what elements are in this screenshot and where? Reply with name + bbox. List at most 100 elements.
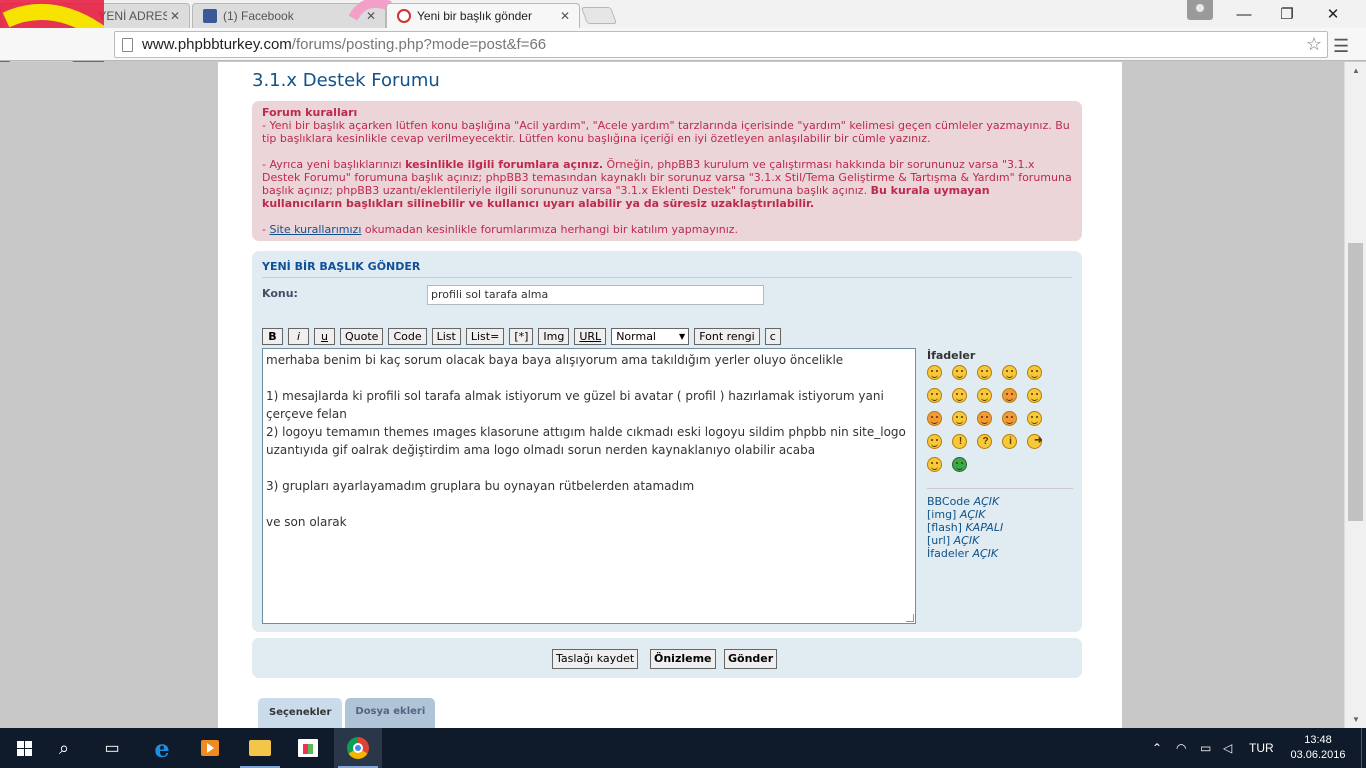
smiley-razz-icon[interactable] [1027,388,1042,403]
smiley-mad-icon[interactable] [1002,388,1017,403]
smiley-lol-icon[interactable] [977,388,992,403]
subject-label: Konu: [262,287,298,300]
smiley-wink-icon[interactable] [927,434,942,449]
submit-button[interactable]: Gönder [724,649,778,669]
new-tab-button[interactable] [580,7,618,24]
tab-attachments[interactable]: Dosya ekleri [345,698,436,728]
list-item-button[interactable]: [*] [509,328,534,345]
media-player-icon[interactable] [186,728,234,768]
smiley-twisted-icon[interactable] [1002,411,1017,426]
list-button[interactable]: List [431,328,461,345]
message-line: uzantıyıda gif oalrak değiştirdim ama lo… [266,443,816,457]
preview-button[interactable]: Önizleme [650,649,716,669]
browser-tab-posting[interactable]: Yeni bir başlık gönder ✕ [386,3,580,28]
smiley-surprised-icon[interactable] [1002,365,1017,380]
rules-heading: Forum kuralları [262,106,358,119]
smiley-rolleyes-icon[interactable] [1027,411,1042,426]
underline-button[interactable]: u [314,328,335,345]
bbcode-status: BBCode AÇIK [img] AÇIK [flash] KAPALI [u… [927,488,1073,560]
browser-menu-icon[interactable]: ☰ [1333,36,1349,57]
close-tab-icon[interactable]: ✕ [557,9,573,23]
maximize-icon[interactable]: ❐ [1264,0,1310,28]
status-label[interactable]: İfadeler [927,547,969,560]
resize-grip-icon[interactable] [906,614,914,622]
message-line [266,495,912,513]
smiley-neutral-icon[interactable] [927,457,942,472]
status-value: AÇIK [973,495,1000,508]
arrow-icon[interactable]: ➜ [1027,434,1043,449]
code-button[interactable]: Code [388,328,427,345]
smiley-eek-icon[interactable] [1027,365,1042,380]
forum-rules: Forum kuralları - Yeni bir başlık açarke… [252,101,1082,241]
page-scrollbar[interactable]: ▲ ▼ [1344,62,1366,728]
browser-tab-define[interactable]: DEFİNE YENİ ADRES ✕ [0,3,190,28]
message-textarea[interactable]: merhaba benim bi kaç sorum olacak baya b… [262,348,916,624]
address-bar[interactable]: www.phpbbturkey.com/forums/posting.php?m… [114,31,1328,58]
file-explorer-icon[interactable] [236,728,284,768]
smiley-redface-icon[interactable] [927,411,942,426]
message-line [266,459,912,477]
exclamation-icon[interactable]: ! [952,434,967,449]
volume-icon[interactable]: ◁ [1223,728,1232,768]
page-icon [11,9,25,23]
close-window-icon[interactable]: ✕ [1310,0,1356,28]
smiley-cool-icon[interactable] [952,388,967,403]
tab-options[interactable]: Seçenekler [258,698,343,728]
site-rules-link[interactable]: Site kurallarımızı [269,223,361,236]
battery-icon[interactable]: ▭ [1200,728,1211,768]
status-label: [url] [927,534,951,547]
c-button[interactable]: c [764,328,781,345]
show-hidden-icons-icon[interactable]: ⌃ [1152,728,1162,768]
show-desktop-button[interactable] [1361,728,1366,768]
chrome-icon[interactable] [334,728,382,768]
smiley-cry-icon[interactable] [952,411,967,426]
url-path: /forums/posting.php?mode=post&f=66 [291,36,547,53]
options-tabs: Seçenekler Dosya ekleri [258,698,436,728]
smiley-confused-icon[interactable] [927,388,942,403]
clock-time: 13:48 [1304,734,1332,746]
message-line: 2) logoyu temamın themes ımages klasorun… [266,425,906,439]
font-color-button[interactable]: Font rengi [694,328,760,345]
clock-date: 03.06.2016 [1290,749,1346,761]
font-size-select[interactable]: Normal [611,328,690,345]
bookmark-star-icon[interactable]: ☆ [1306,34,1322,55]
message-line: 3) grupları ayarlayamadım gruplara bu oy… [266,479,695,493]
quote-button[interactable]: Quote [340,328,384,345]
smiley-sad-icon[interactable] [977,365,992,380]
search-icon[interactable]: ⌕ [40,728,88,768]
status-label[interactable]: BBCode [927,495,970,508]
forum-title[interactable]: 3.1.x Destek Forumu [252,70,440,91]
bold-button[interactable]: B [262,328,283,345]
save-draft-button[interactable]: Taslağı kaydet [552,649,639,669]
smiley-evil-icon[interactable] [977,411,992,426]
ordered-list-button[interactable]: List= [465,328,505,345]
close-tab-icon[interactable]: ✕ [167,9,183,23]
subject-input[interactable]: profili sol tarafa alma [427,285,764,305]
profile-icon[interactable] [1187,0,1213,20]
smiley-grin-icon[interactable] [927,365,942,380]
italic-button[interactable]: i [288,328,309,345]
edge-icon[interactable]: e [138,728,186,768]
bbcode-toolbar: B i u Quote Code List List= [*] Img URL … [262,328,781,345]
task-view-icon[interactable]: ▭ [88,728,136,768]
smiley-mrgreen-icon[interactable] [952,457,967,472]
scrollbar-thumb[interactable] [1348,243,1363,521]
url-button[interactable]: URL [574,328,607,345]
tab-title-extra: YENİ ADRES [98,9,167,23]
language-indicator[interactable]: TUR [1249,728,1274,768]
wifi-icon[interactable]: ◠ [1176,728,1186,768]
scroll-up-icon[interactable]: ▲ [1345,62,1366,79]
question-icon[interactable]: ? [977,434,992,449]
img-button[interactable]: Img [538,328,570,345]
clock[interactable]: 13:48 03.06.2016 [1283,733,1353,763]
phpbb-icon [397,9,411,23]
tab-title: Yeni bir başlık gönder [417,9,532,23]
minimize-icon[interactable]: — [1221,0,1267,28]
scroll-down-icon[interactable]: ▼ [1345,711,1366,728]
browser-tabstrip: DEFİNE YENİ ADRES ✕ (1) Facebook ✕ Yeni … [0,0,1366,28]
store-icon[interactable] [284,728,332,768]
browser-toolbar: www.phpbbturkey.com/forums/posting.php?m… [0,28,1366,61]
smiley-smile-icon[interactable] [952,365,967,380]
idea-icon[interactable]: i [1002,434,1017,449]
smilies-panel: İfadeler ! ? i ➜ BBCode AÇIK [img] AÇIK … [927,349,1077,560]
